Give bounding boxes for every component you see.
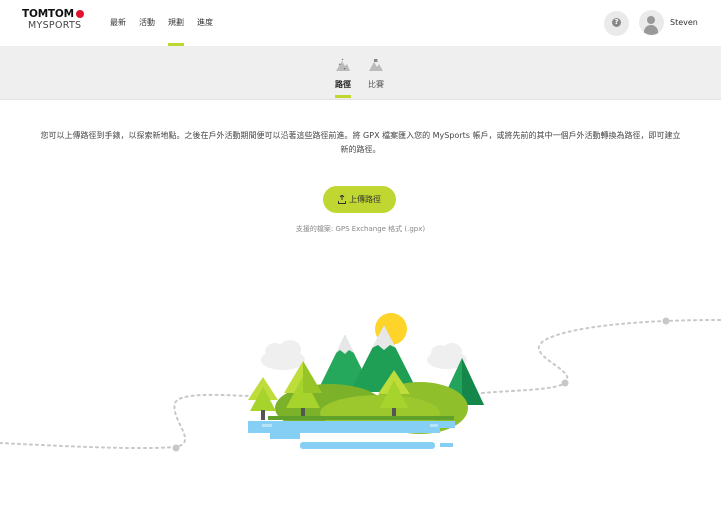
water-shape [248, 421, 455, 439]
plan-subnav: 路徑 比賽 [0, 46, 721, 100]
nav-item-latest[interactable]: 最新 [110, 0, 126, 46]
dotted-trail-left [0, 393, 251, 450]
main-nav: 最新 活動 規劃 進度 [110, 0, 226, 46]
tree-shadow-shape [462, 358, 484, 405]
avatar[interactable] [639, 10, 664, 35]
tab-races[interactable]: 比賽 [356, 46, 396, 99]
question-icon: ? [612, 18, 621, 27]
water-shape [440, 443, 453, 447]
upload-route-button[interactable]: 上傳路徑 [323, 186, 396, 213]
routes-description: 您可以上傳路徑到手錶，以探索新地點。之後在戶外活動期間便可以沿著這些路徑前進。將… [40, 131, 681, 154]
avatar-head-shape [647, 16, 655, 24]
top-header: TOMTOM MYSPORTS 最新 活動 規劃 進度 ? Steven [0, 0, 721, 46]
user-name[interactable]: Steven [670, 18, 698, 27]
logo-text-top: TOMTOM [22, 8, 74, 20]
supported-formats-text: 支援的檔案: GPS Exchange 格式 (.gpx) [295, 225, 426, 233]
dotted-trail-right [481, 319, 721, 394]
race-icon [369, 59, 383, 71]
trail-dot [172, 444, 180, 452]
cloud-left [261, 340, 305, 370]
water-shape [430, 424, 438, 427]
nav-item-progress[interactable]: 進度 [197, 0, 213, 46]
trail-dot [561, 379, 569, 387]
trail-dot [662, 317, 670, 325]
tomtom-mysports-logo[interactable]: TOMTOM MYSPORTS [22, 8, 92, 38]
logo-dot-icon [76, 10, 84, 18]
water-shape [262, 424, 272, 427]
logo-text-bottom: MYSPORTS [28, 20, 82, 31]
nav-item-plan[interactable]: 規劃 [168, 0, 184, 46]
nav-item-activities[interactable]: 活動 [139, 0, 155, 46]
route-icon [336, 58, 350, 71]
help-button[interactable]: ? [604, 11, 629, 36]
water-shape [300, 442, 435, 449]
avatar-body-shape [644, 25, 658, 35]
upload-icon [338, 195, 346, 204]
ground-shape [268, 416, 454, 420]
landscape-illustration [0, 313, 721, 452]
upload-route-label: 上傳路徑 [349, 195, 381, 204]
tab-races-label: 比賽 [368, 80, 384, 89]
tree-light-shape [248, 377, 278, 420]
